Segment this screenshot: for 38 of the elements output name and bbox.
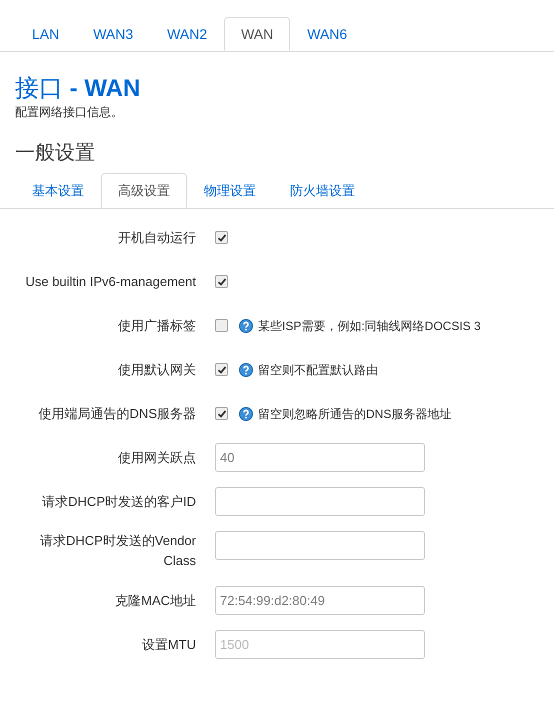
field-label: 克隆MAC地址 bbox=[115, 592, 196, 610]
help-text: 留空则忽略所通告的DNS服务器地址 bbox=[258, 406, 452, 422]
text-field[interactable]: 40 bbox=[215, 443, 425, 472]
tab[interactable]: 物理设置 bbox=[187, 173, 273, 208]
checkbox[interactable] bbox=[215, 275, 228, 288]
section-title: 一般设置 bbox=[14, 141, 95, 166]
tab[interactable]: 防火墙设置 bbox=[273, 173, 372, 208]
field-label: 请求DHCP时发送的Vendor Class bbox=[38, 532, 196, 570]
tab[interactable]: LAN bbox=[15, 17, 76, 51]
checkbox[interactable] bbox=[215, 363, 228, 376]
tab[interactable]: WAN6 bbox=[290, 17, 364, 51]
field-label: Use builtin IPv6-management bbox=[25, 272, 196, 291]
help-text: 某些ISP需要，例如:同轴线网络DOCSIS 3 bbox=[258, 318, 481, 334]
tab[interactable]: WAN3 bbox=[76, 17, 150, 51]
tab[interactable]: WAN bbox=[224, 17, 290, 51]
field-label: 设置MTU bbox=[142, 636, 196, 654]
help-icon bbox=[239, 318, 253, 332]
field-label: 请求DHCP时发送的客户ID bbox=[42, 492, 196, 510]
field-label: 使用端局通告的DNS服务器 bbox=[38, 404, 196, 422]
tab[interactable]: 基本设置 bbox=[15, 173, 101, 208]
field-label: 使用默认网关 bbox=[118, 360, 196, 378]
checkbox[interactable] bbox=[215, 319, 228, 332]
checkbox[interactable] bbox=[215, 231, 228, 244]
tab[interactable]: WAN2 bbox=[150, 17, 224, 51]
page-title: 接口 - WAN bbox=[15, 75, 140, 102]
help-text: 留空则不配置默认路由 bbox=[258, 362, 378, 378]
help-icon bbox=[239, 406, 253, 420]
help-icon bbox=[239, 362, 253, 376]
field-label: 使用广播标签 bbox=[118, 316, 196, 334]
text-field[interactable] bbox=[215, 487, 425, 516]
checkbox[interactable] bbox=[215, 407, 228, 420]
page-description: 配置网络接口信息。 bbox=[14, 104, 124, 120]
text-field[interactable] bbox=[215, 531, 425, 560]
field-label: 开机自动运行 bbox=[118, 228, 196, 246]
field-label: 使用网关跃点 bbox=[118, 448, 196, 466]
text-field[interactable]: 72:54:99:d2:80:49 bbox=[215, 586, 425, 615]
tab[interactable]: 高级设置 bbox=[101, 173, 187, 208]
text-field[interactable]: 1500 bbox=[215, 630, 425, 659]
